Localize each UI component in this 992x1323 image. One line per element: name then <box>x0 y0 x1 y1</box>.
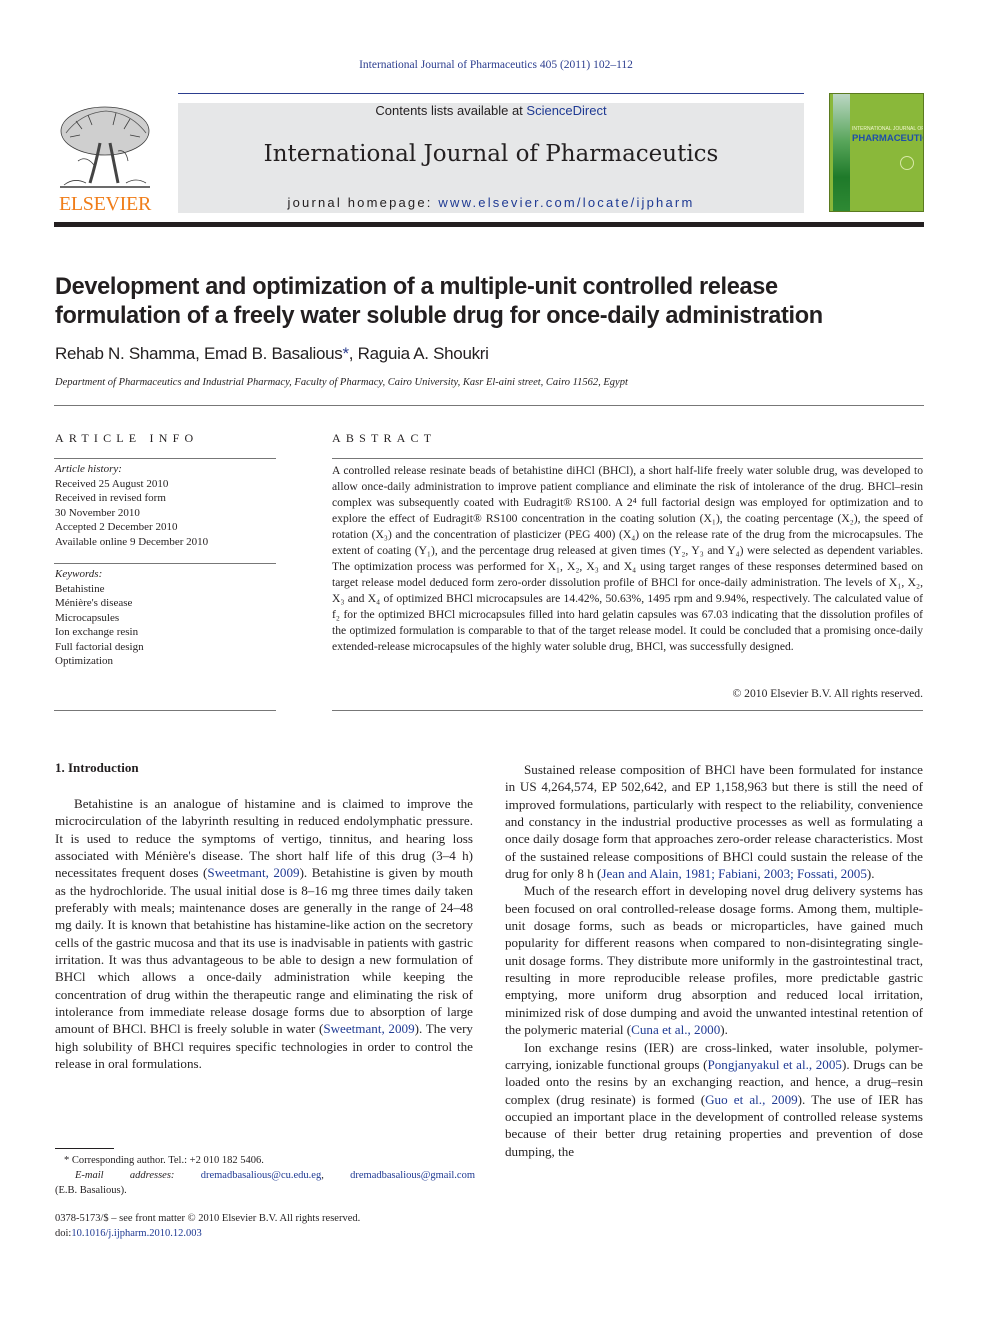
section-divider <box>54 405 924 406</box>
corresponding-author-mark[interactable]: * <box>342 344 349 363</box>
sciencedirect-link[interactable]: ScienceDirect <box>526 103 606 118</box>
body-paragraph: Sustained release composition of BHCl ha… <box>505 761 923 882</box>
corresponding-author-note: * Corresponding author. Tel.: +2 010 182… <box>64 1155 264 1166</box>
keyword-item: Betahistine <box>55 582 105 595</box>
cover-test-tube-image <box>833 94 850 211</box>
keyword-item: Full factorial design <box>55 640 144 653</box>
homepage-prefix: journal homepage: <box>287 195 439 210</box>
abstract-text: A controlled release resinate beads of b… <box>332 464 923 653</box>
elsevier-logo[interactable]: ELSEVIER <box>54 103 156 215</box>
doi-prefix: doi: <box>55 1228 72 1239</box>
body-text: Much of the research effort in developin… <box>505 883 923 1038</box>
history-item: Received in revised form <box>55 492 166 504</box>
article-info-bottom-divider <box>54 710 276 711</box>
introduction-heading: 1. Introduction <box>55 760 139 775</box>
body-text: ). Betahistine is given by mouth as the … <box>55 865 473 1037</box>
footnote: * Corresponding author. Tel.: +2 010 182… <box>55 1153 475 1198</box>
article-history-heading: Article history: <box>55 463 122 475</box>
body-text: Sustained release composition of BHCl ha… <box>505 762 923 882</box>
affiliation: Department of Pharmaceutics and Industri… <box>55 377 628 388</box>
keywords-divider <box>54 563 276 564</box>
contents-prefix: Contents lists available at <box>375 103 527 118</box>
email-label: E-mail addresses: <box>75 1170 175 1181</box>
email-owner: (E.B. Basalious). <box>55 1185 127 1196</box>
contents-line: Contents lists available at ScienceDirec… <box>178 103 804 118</box>
citation-link[interactable]: Jean and Alain, 1981; Fabiani, 2003; Fos… <box>601 866 867 881</box>
doi-line: doi:10.1016/j.ijpharm.2010.12.003 <box>55 1226 475 1241</box>
keywords: Keywords: Betahistine Ménière's disease … <box>55 567 144 669</box>
journal-name: International Journal of Pharmaceutics <box>263 141 719 167</box>
article-title: Development and optimization of a multip… <box>55 273 823 329</box>
header-thick-rule <box>54 222 924 227</box>
elsevier-wordmark: ELSEVIER <box>58 193 152 215</box>
author-name[interactable]: Rehab N. Shamma <box>55 344 195 363</box>
citation-link[interactable]: Sweetmant, 2009 <box>323 1021 414 1036</box>
citation-link[interactable]: Cuna et al., 2000 <box>631 1022 720 1037</box>
body-text: ). <box>720 1022 728 1038</box>
history-item: Received 25 August 2010 <box>55 477 169 490</box>
history-item: Available online 9 December 2010 <box>55 535 209 548</box>
body-column-right: Sustained release composition of BHCl ha… <box>505 761 923 1160</box>
email-line: E-mail addresses: dremadbasalious@cu.edu… <box>75 1170 475 1181</box>
history-item: 30 November 2010 <box>55 506 140 519</box>
abstract-copyright: © 2010 Elsevier B.V. All rights reserved… <box>732 687 923 700</box>
abstract-divider <box>332 458 923 459</box>
keyword-item: Ion exchange resin <box>55 626 139 638</box>
author-name[interactable]: Emad B. Basalious <box>204 344 343 363</box>
header-divider <box>178 93 804 94</box>
body-column-left: Betahistine is an analogue of histamine … <box>55 795 473 1073</box>
homepage-link[interactable]: www.elsevier.com/locate/ijpharm <box>438 195 694 210</box>
footnote-rule <box>55 1148 114 1149</box>
email-link[interactable]: dremadbasalious@gmail.com <box>350 1170 475 1181</box>
keyword-item: Microcapsules <box>55 611 120 624</box>
homepage-line: journal homepage: www.elsevier.com/locat… <box>178 195 804 210</box>
abstract-bottom-divider <box>332 710 923 711</box>
body-paragraph: Betahistine is an analogue of histamine … <box>55 795 473 1073</box>
front-matter: 0378-5173/$ – see front matter © 2010 El… <box>55 1211 475 1241</box>
body-paragraph: Much of the research effort in developin… <box>505 882 923 1038</box>
elsevier-tree-icon <box>60 106 150 188</box>
keyword-item: Optimization <box>55 655 114 667</box>
article-history: Article history: Received 25 August 2010… <box>55 462 208 549</box>
journal-masthead: Contents lists available at ScienceDirec… <box>178 103 804 213</box>
keywords-heading: Keywords: <box>55 568 103 580</box>
article-info-divider <box>54 458 276 459</box>
citation-link[interactable]: Sweetmant, 2009 <box>207 865 299 880</box>
citation-link[interactable]: Guo et al., 2009 <box>705 1092 798 1107</box>
journal-cover-thumbnail[interactable]: INTERNATIONAL JOURNAL OF PHARMACEUTICS <box>829 93 924 212</box>
citation-link[interactable]: Pongjanyakul et al., 2005 <box>707 1057 842 1072</box>
author-name[interactable]: Raguia A. Shoukri <box>358 344 489 363</box>
front-matter-line: 0378-5173/$ – see front matter © 2010 El… <box>55 1213 361 1224</box>
doi-link[interactable]: 10.1016/j.ijpharm.2010.12.003 <box>71 1228 201 1239</box>
cover-title-line1: INTERNATIONAL JOURNAL OF <box>852 126 924 132</box>
journal-citation[interactable]: International Journal of Pharmaceutics 4… <box>0 59 992 71</box>
author-list: Rehab N. Shamma, Emad B. Basalious*, Rag… <box>55 344 489 363</box>
keyword-item: Ménière's disease <box>55 597 133 609</box>
cover-title-line2: PHARMACEUTICS <box>852 133 923 144</box>
cover-seal-icon <box>900 156 914 170</box>
body-paragraph: Ion exchange resins (IER) are cross-link… <box>505 1039 923 1160</box>
body-text: ). <box>866 866 875 882</box>
article-info-heading: ARTICLE INFO <box>55 431 199 445</box>
history-item: Accepted 2 December 2010 <box>55 521 178 533</box>
email-link[interactable]: dremadbasalious@cu.edu.eg <box>201 1170 321 1181</box>
abstract-heading: ABSTRACT <box>332 431 437 445</box>
